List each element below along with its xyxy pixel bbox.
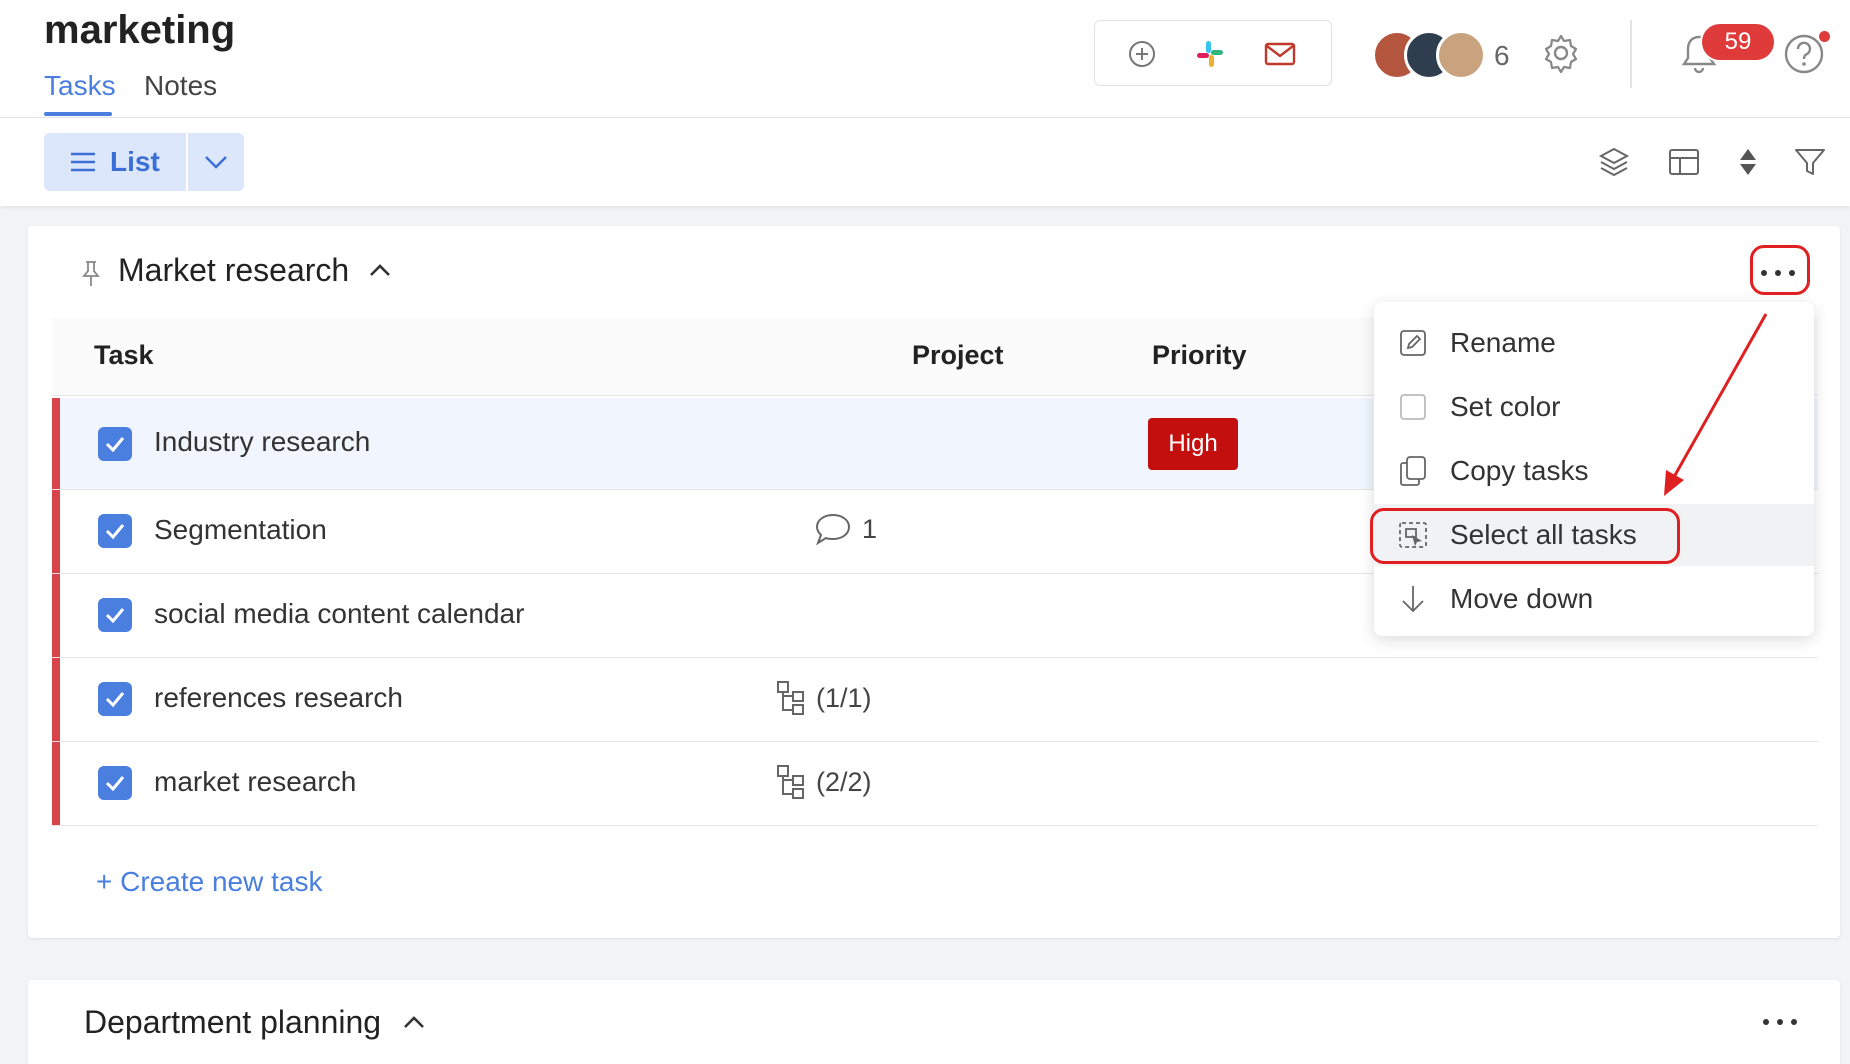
notification-badge[interactable]: 59 xyxy=(1700,22,1776,62)
layout-icon[interactable] xyxy=(1666,144,1702,180)
task-checkbox[interactable] xyxy=(98,598,132,632)
priority-badge[interactable]: High xyxy=(1148,418,1238,470)
more-dots-icon xyxy=(1763,1019,1797,1025)
annotation-highlight-more xyxy=(1750,245,1810,295)
arrow-down-icon xyxy=(1398,584,1428,614)
avatar[interactable] xyxy=(1436,30,1486,80)
filter-icon[interactable] xyxy=(1792,144,1828,180)
copy-icon xyxy=(1398,456,1428,486)
row-color-bar xyxy=(52,742,60,825)
create-task-link[interactable]: + Create new task xyxy=(96,866,322,898)
menu-item-move-down[interactable]: Move down xyxy=(1374,568,1814,630)
subtask-count: (1/1) xyxy=(816,682,872,713)
pin-icon[interactable] xyxy=(80,260,104,290)
checkmark-icon xyxy=(105,692,125,708)
color-square-icon xyxy=(1398,392,1428,422)
header-divider xyxy=(1630,20,1632,88)
active-tab-indicator xyxy=(44,112,112,116)
annotation-highlight-select-all xyxy=(1370,508,1680,564)
column-project[interactable]: Project xyxy=(912,340,1004,371)
checkmark-icon xyxy=(105,608,125,624)
task-checkbox[interactable] xyxy=(98,427,132,461)
row-color-bar xyxy=(52,490,60,573)
task-name[interactable]: Segmentation xyxy=(154,514,327,546)
chevron-up-icon[interactable] xyxy=(402,1014,428,1034)
subtask-progress[interactable]: (1/1) xyxy=(776,680,872,716)
section-title[interactable]: Market research xyxy=(118,252,349,289)
subtask-count: (2/2) xyxy=(816,766,872,797)
subtask-icon xyxy=(777,681,804,715)
row-color-bar xyxy=(52,574,60,657)
add-icon[interactable] xyxy=(1125,37,1159,71)
help-unread-dot xyxy=(1819,31,1830,42)
gear-icon[interactable] xyxy=(1540,32,1582,74)
layers-icon[interactable] xyxy=(1596,144,1632,180)
view-list-button[interactable]: List xyxy=(44,133,186,191)
comment-icon xyxy=(815,513,851,546)
menu-item-label: Rename xyxy=(1450,327,1556,358)
checkmark-icon xyxy=(105,776,125,792)
task-name[interactable]: references research xyxy=(154,682,403,714)
integrations-group xyxy=(1094,20,1332,86)
app-header: marketing Tasks Notes 6 59 xyxy=(0,0,1850,118)
view-label: List xyxy=(110,146,160,177)
chevron-down-icon xyxy=(205,156,227,169)
view-toolbar: List xyxy=(0,118,1850,206)
table-row[interactable]: market research (2/2) xyxy=(52,742,1818,826)
row-color-bar xyxy=(52,398,60,489)
subtask-progress[interactable]: (2/2) xyxy=(776,764,872,800)
task-checkbox[interactable] xyxy=(98,766,132,800)
list-icon xyxy=(71,152,95,172)
menu-item-label: Set color xyxy=(1450,391,1561,422)
member-count[interactable]: 6 xyxy=(1494,40,1510,72)
column-task[interactable]: Task xyxy=(94,340,154,371)
chevron-up-icon[interactable] xyxy=(368,262,394,282)
comment-count-label: 1 xyxy=(862,513,878,544)
page-title: marketing xyxy=(44,8,236,52)
column-priority[interactable]: Priority xyxy=(1152,340,1247,371)
mail-icon[interactable] xyxy=(1263,37,1297,71)
section-department-planning: Department planning xyxy=(28,980,1840,1064)
task-name[interactable]: Industry research xyxy=(154,426,370,458)
checkmark-icon xyxy=(105,524,125,540)
task-checkbox[interactable] xyxy=(98,514,132,548)
slack-icon[interactable] xyxy=(1193,37,1227,71)
row-color-bar xyxy=(52,658,60,741)
sort-icon[interactable] xyxy=(1730,144,1766,180)
task-name[interactable]: social media content calendar xyxy=(154,598,524,630)
table-row[interactable]: references research (1/1) xyxy=(52,658,1818,742)
checkmark-icon xyxy=(105,437,125,453)
comment-count[interactable]: 1 xyxy=(814,512,877,546)
task-name[interactable]: market research xyxy=(154,766,356,798)
edit-icon xyxy=(1398,328,1428,358)
tab-tasks[interactable]: Tasks xyxy=(44,70,116,102)
menu-item-label: Move down xyxy=(1450,583,1594,614)
view-dropdown-button[interactable] xyxy=(188,133,244,191)
tab-notes[interactable]: Notes xyxy=(144,70,217,102)
annotation-arrow xyxy=(1664,313,1768,496)
subtask-icon xyxy=(777,765,804,799)
task-checkbox[interactable] xyxy=(98,682,132,716)
menu-item-label: Copy tasks xyxy=(1450,455,1589,486)
section-more-button[interactable] xyxy=(1760,1014,1800,1034)
section-title[interactable]: Department planning xyxy=(84,1004,381,1041)
